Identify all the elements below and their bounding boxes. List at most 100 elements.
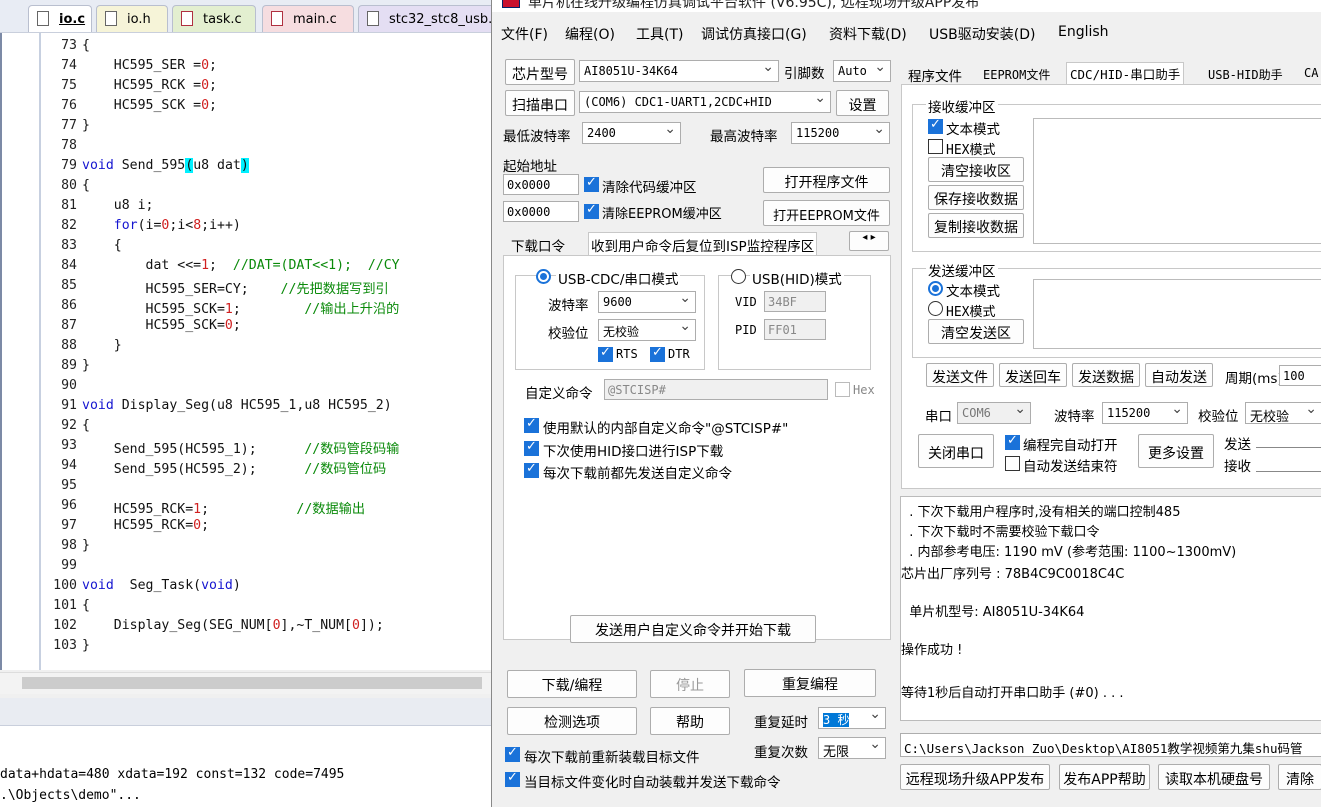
code-line: { xyxy=(82,418,90,433)
send-cmd-first-checkbox[interactable] xyxy=(524,461,539,478)
auto-reload-checkbox[interactable] xyxy=(505,770,520,787)
clear-send-button[interactable]: 清空发送区 xyxy=(928,319,1024,344)
tab-scroll-arrows[interactable]: ◂ ▸ xyxy=(849,231,889,251)
download-button[interactable]: 下载/编程 xyxy=(507,670,637,698)
gutter-divider xyxy=(39,33,41,670)
settings-button[interactable]: 设置 xyxy=(836,90,889,116)
recv-textarea[interactable] xyxy=(1033,118,1321,244)
help-button[interactable]: 帮助 xyxy=(650,707,730,735)
menu-debug[interactable]: 调试仿真接口(G) xyxy=(701,24,807,44)
pid-input[interactable]: FF01 xyxy=(764,319,826,340)
open-program-button[interactable]: 打开程序文件 xyxy=(763,167,890,193)
send-hex-mode-radio[interactable] xyxy=(928,301,943,316)
tab-more[interactable]: CA xyxy=(1304,66,1318,80)
pins-select[interactable]: Auto xyxy=(833,60,891,82)
menu-program[interactable]: 编程(O) xyxy=(565,24,615,44)
hid-isp-label: 下次使用HID接口进行ISP下载 xyxy=(543,444,724,460)
menu-file[interactable]: 文件(F) xyxy=(501,24,548,44)
usb-cdc-label: USB-CDC/串口模式 xyxy=(556,268,681,288)
close-port-button[interactable]: 关闭串口 xyxy=(918,434,994,468)
remote-upgrade-button[interactable]: 远程现场升级APP发布 xyxy=(900,764,1050,790)
file-path-field[interactable]: C:\Users\Jackson Zuo\Desktop\AI8051教学视频第… xyxy=(900,733,1321,757)
start-addr-label: 起始地址 xyxy=(503,159,557,175)
tab-task-c[interactable]: task.c xyxy=(172,5,256,32)
custom-cmd-input[interactable]: @STCISP# xyxy=(604,379,828,400)
send-count-label: 发送 xyxy=(1224,437,1251,453)
dtr-checkbox[interactable] xyxy=(650,345,665,362)
tab-main-c[interactable]: main.c xyxy=(262,5,354,32)
min-baud-select[interactable]: 2400 xyxy=(582,122,681,144)
tab-usb-hid[interactable]: USB-HID助手 xyxy=(1208,66,1283,83)
log-output[interactable]: . 下次下载用户程序时,没有相关的端口控制485 . 下次下载时不需要校验下载口… xyxy=(900,496,1321,721)
parity-select[interactable]: 无校验 xyxy=(598,319,696,341)
auto-open-checkbox[interactable] xyxy=(1005,433,1020,450)
serial-port-select[interactable]: COM6 xyxy=(957,402,1031,424)
menu-usb-driver[interactable]: USB驱动安装(D) xyxy=(929,24,1035,44)
menu-english[interactable]: English xyxy=(1058,24,1109,40)
tab-eeprom-file[interactable]: EEPROM文件 xyxy=(983,66,1050,83)
usb-hid-radio[interactable] xyxy=(731,269,746,284)
serial-parity-select[interactable]: 无校验 xyxy=(1245,402,1321,424)
menu-tools[interactable]: 工具(T) xyxy=(636,24,683,44)
menu-download[interactable]: 资料下载(D) xyxy=(829,24,907,44)
code-line: HC595_RCK =0; xyxy=(82,78,217,93)
editor-horizontal-scrollbar[interactable] xyxy=(0,672,491,694)
eeprom-addr-input[interactable]: 0x0000 xyxy=(503,201,579,222)
reprogram-button[interactable]: 重复编程 xyxy=(744,669,876,697)
hex-checkbox[interactable] xyxy=(835,382,850,397)
send-text-mode-radio[interactable] xyxy=(928,281,943,296)
check-options-button[interactable]: 检测选项 xyxy=(507,707,637,735)
scan-port-button[interactable]: 扫描串口 xyxy=(505,90,575,116)
tab-cdc-hid-serial[interactable]: CDC/HID-串口助手 xyxy=(1066,62,1185,84)
hid-isp-checkbox[interactable] xyxy=(524,439,539,456)
publish-app-help-button[interactable]: 发布APP帮助 xyxy=(1059,764,1150,790)
code-line: HC595_RCK=0; xyxy=(82,518,210,533)
send-return-button[interactable]: 发送回车 xyxy=(999,363,1067,387)
code-line: } xyxy=(82,118,90,133)
usb-cdc-radio[interactable] xyxy=(536,269,551,284)
clear-eeprom-checkbox[interactable] xyxy=(584,202,599,219)
clear-log-button[interactable]: 清除 xyxy=(1278,764,1321,790)
open-eeprom-button[interactable]: 打开EEPROM文件 xyxy=(763,200,890,226)
stop-button[interactable]: 停止 xyxy=(650,670,730,698)
read-disk-id-button[interactable]: 读取本机硬盘号 xyxy=(1158,764,1270,790)
send-cmd-download-button[interactable]: 发送用户自定义命令并开始下载 xyxy=(570,615,816,643)
recv-text-mode-checkbox[interactable] xyxy=(928,117,943,134)
recv-hex-mode-checkbox[interactable] xyxy=(928,139,943,154)
chip-model-button[interactable]: 芯片型号 xyxy=(505,59,575,85)
clear-code-checkbox[interactable] xyxy=(584,175,599,192)
period-input[interactable]: 100 xyxy=(1279,365,1321,386)
repeat-count-select[interactable]: 无限 xyxy=(818,737,886,759)
tab-io-h[interactable]: io.h xyxy=(96,5,168,32)
save-recv-button[interactable]: 保存接收数据 xyxy=(928,185,1024,210)
max-baud-select[interactable]: 115200 xyxy=(791,122,890,144)
tab-io-c[interactable]: io.c xyxy=(28,5,92,32)
code-editor[interactable]: 73 {74 HC595_SER =0; 75 HC595_RCK =0; 76 HC… xyxy=(0,33,491,670)
pins-label: 引脚数 xyxy=(784,66,825,82)
send-data-button[interactable]: 发送数据 xyxy=(1072,363,1140,387)
repeat-delay-select[interactable]: 3 秒 xyxy=(818,707,886,729)
rts-checkbox[interactable] xyxy=(598,345,613,362)
vid-input[interactable]: 34BF xyxy=(764,291,826,312)
more-settings-button[interactable]: 更多设置 xyxy=(1138,434,1214,468)
code-line: } xyxy=(82,358,90,373)
tab-stc32-usb[interactable]: stc32_stc8_usb. xyxy=(358,5,498,32)
chip-model-select[interactable]: AI8051U-34K64 xyxy=(579,60,779,82)
auto-send-button[interactable]: 自动发送 xyxy=(1145,363,1213,387)
line-number: 100 xyxy=(53,578,77,593)
tab-program-file[interactable]: 程序文件 xyxy=(908,65,962,85)
send-textarea[interactable] xyxy=(1033,279,1321,349)
send-file-button[interactable]: 发送文件 xyxy=(926,363,994,387)
tab-reset-isp[interactable]: 收到用户命令后复位到ISP监控程序区 xyxy=(588,232,818,255)
tab-download-password[interactable]: 下载口令 xyxy=(511,235,565,255)
auto-send-end-checkbox[interactable] xyxy=(1005,456,1020,471)
clear-recv-button[interactable]: 清空接收区 xyxy=(928,157,1024,182)
copy-recv-button[interactable]: 复制接收数据 xyxy=(928,213,1024,238)
baud-select[interactable]: 9600 xyxy=(598,291,696,313)
code-line: u8 i; xyxy=(82,198,154,213)
port-select[interactable]: (COM6) CDC1-UART1,2CDC+HID xyxy=(579,91,831,113)
reload-checkbox[interactable] xyxy=(505,745,520,762)
serial-baud-select[interactable]: 115200 xyxy=(1102,402,1188,424)
code-addr-input[interactable]: 0x0000 xyxy=(503,174,579,195)
default-cmd-checkbox[interactable] xyxy=(524,416,539,433)
